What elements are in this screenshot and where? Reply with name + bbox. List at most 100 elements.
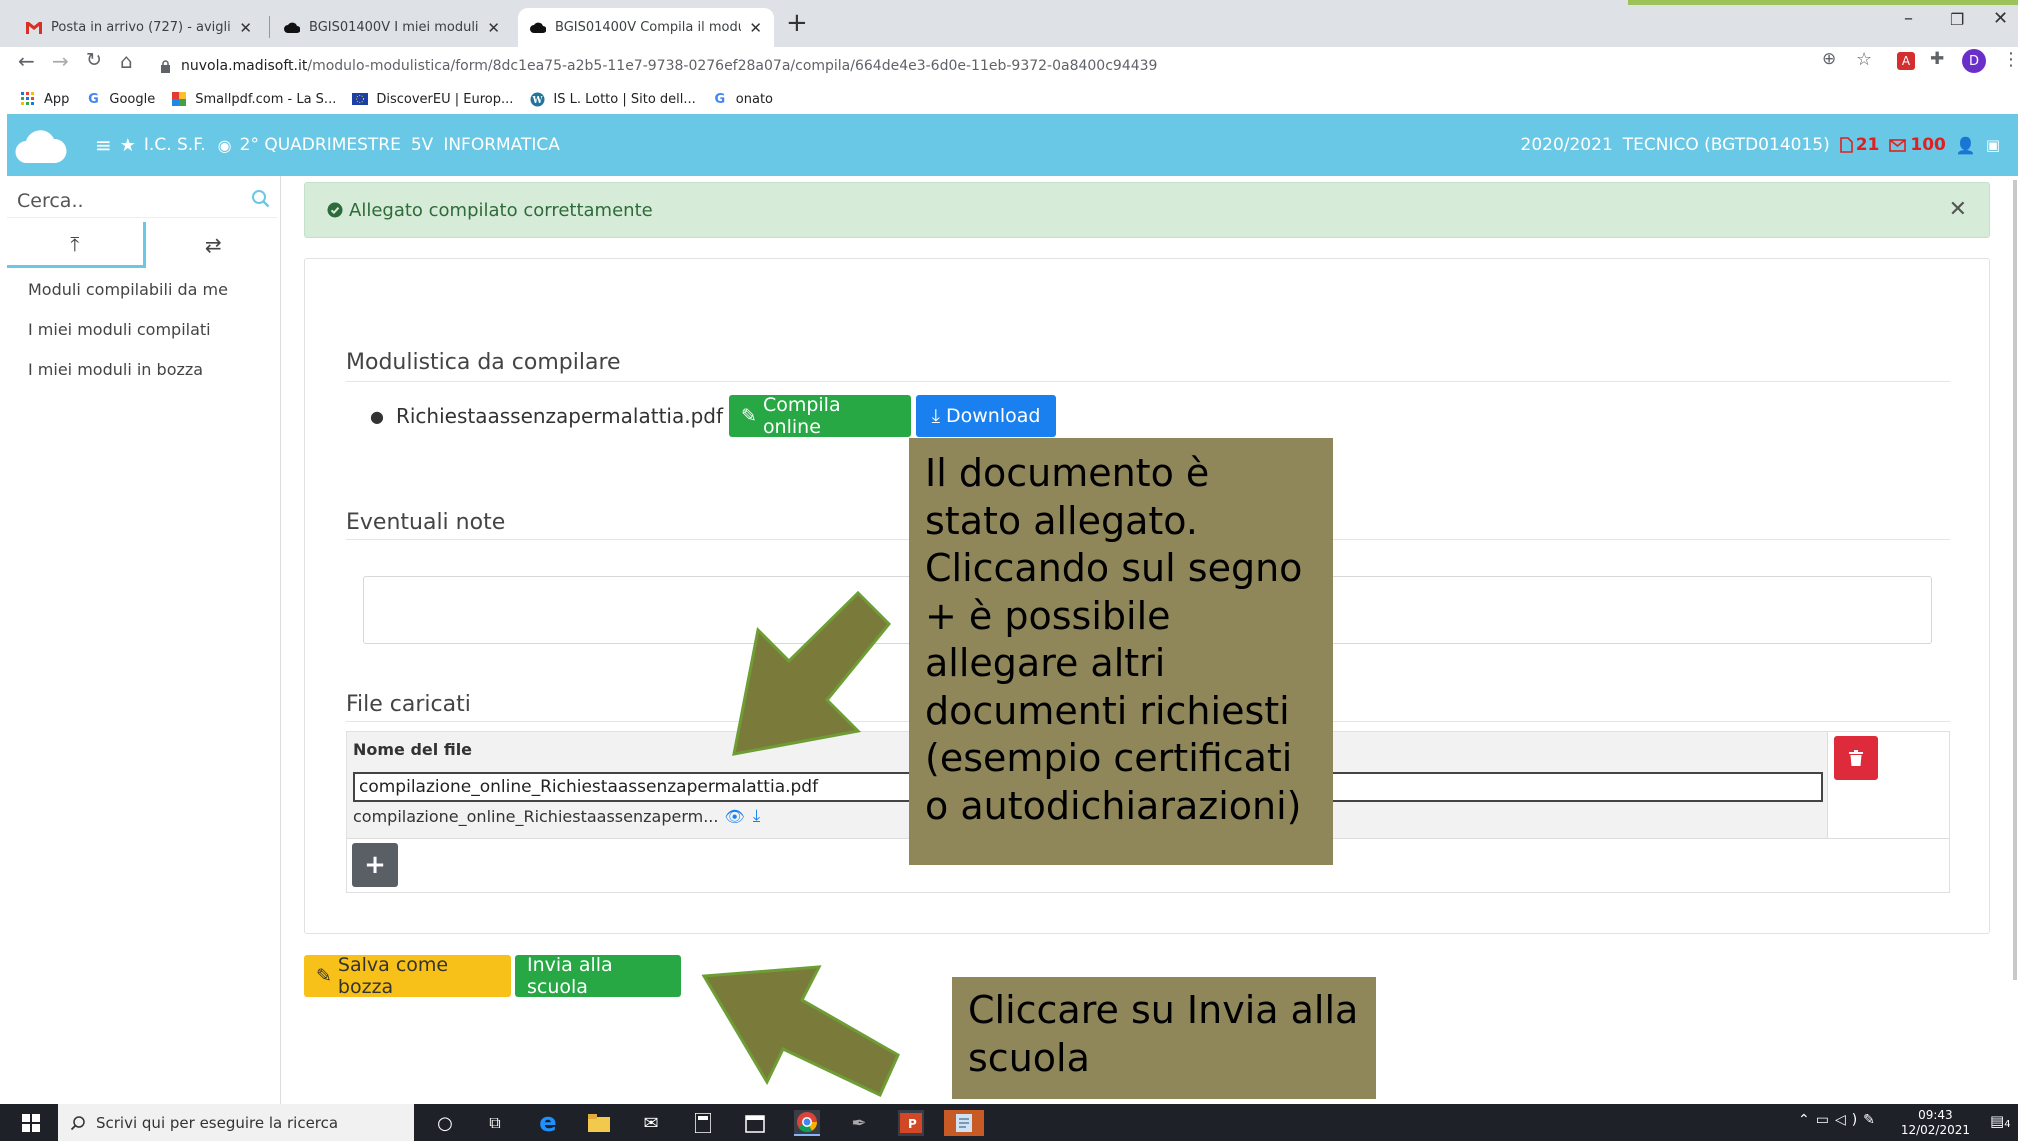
header-period[interactable]: 2° QUADRIMESTRE [240,135,401,155]
notepad-icon[interactable] [944,1110,984,1136]
table-divider [1827,732,1828,838]
file-explorer-icon[interactable] [586,1110,612,1136]
sidebar-link-compilabili[interactable]: Moduli compilabili da me [28,280,228,299]
hamburger-icon[interactable]: ≡ [95,133,112,157]
bookmark-star-icon[interactable]: ☆ [1856,49,1872,70]
taskbar-clock[interactable]: 09:43 12/02/2021 [1901,1108,1970,1138]
tab-compila-modulo[interactable]: BGIS01400V Compila il modulo M ✕ [518,8,774,47]
header-menu-label[interactable]: I.C. S.F. [144,135,206,155]
tab-miei-moduli[interactable]: BGIS01400V I miei moduli comp ✕ [272,8,512,47]
bookmark-smallpdf[interactable]: Smallpdf.com - La S... [171,91,336,107]
smallpdf-icon [171,91,187,107]
home-icon[interactable]: ⌂ [120,49,133,73]
uploaded-file-short-name[interactable]: compilazione_online_Richiestaassenzaperm… [353,807,718,826]
download-icon: ⤓ [931,405,940,427]
mail-app-icon[interactable]: ✉ [638,1110,664,1136]
sidebar-link-compilati[interactable]: I miei moduli compilati [28,320,211,339]
invia-scuola-button[interactable]: Invia alla scuola [515,954,681,998]
notification-center-icon[interactable]: ▤ 4 [1990,1112,2011,1130]
google-icon: G [88,91,99,107]
nuvola-cloud-logo[interactable] [15,126,67,164]
system-tray-icons[interactable]: ⌃▭◁)✎ [1798,1112,1881,1128]
download-button[interactable]: ⤓ Download [916,395,1057,437]
sidebar-tabs: ⤒ ⇄ [7,222,281,268]
check-circle-icon [327,202,343,218]
extensions-icon[interactable]: ✚ [1930,49,1944,69]
bookmark-discovereu[interactable]: DiscoverEU | Europ... [352,91,513,107]
close-tab-icon[interactable]: ✕ [487,19,500,37]
tab-retweet[interactable]: ⇄ [146,222,282,268]
uploaded-file-link-row: compilazione_online_Richiestaassenzaperm… [353,806,760,826]
compila-online-button[interactable]: ✎ Compila online [729,394,912,438]
back-icon[interactable]: ← [18,49,35,73]
chrome-menu-icon[interactable]: ⋮ [2002,49,2018,70]
powerpoint-icon[interactable]: P [898,1110,924,1136]
reload-icon[interactable]: ↻ [86,49,102,71]
calendar-icon[interactable] [742,1110,768,1136]
bookmark-is-lotto[interactable]: W IS L. Lotto | Sito dell... [529,91,696,107]
task-view-icon[interactable]: ⧉ [482,1110,508,1136]
forward-icon[interactable]: → [52,49,69,73]
calculator-icon[interactable] [690,1110,716,1136]
sidebar-link-bozza[interactable]: I miei moduli in bozza [28,360,203,379]
delete-file-button[interactable] [1834,736,1878,780]
preview-eye-icon[interactable]: 👁 [724,807,744,826]
profile-avatar[interactable]: D [1962,49,1986,73]
close-tab-icon[interactable]: ✕ [749,19,762,37]
mail-counter[interactable]: 100 [1889,135,1946,155]
taskbar-search-input[interactable]: Scrivi qui per eseguire la ricerca [58,1104,414,1141]
close-alert-icon[interactable]: ✕ [1949,197,1967,222]
lock-icon [160,59,171,73]
documents-counter[interactable]: 21 [1839,135,1879,155]
user-icon[interactable]: 👤 [1956,136,1976,155]
add-file-button[interactable]: + [352,843,398,887]
header-class[interactable]: 5V [411,135,433,155]
bookmark-onato[interactable]: G onato [712,91,773,107]
close-tab-icon[interactable]: ✕ [239,19,252,37]
tab-gmail[interactable]: Posta in arrivo (727) - avigliano.c ✕ [14,8,264,47]
address-bar[interactable]: nuvola.madisoft.it/modulo-modulistica/fo… [160,50,1900,82]
eu-flag-icon [352,91,369,107]
header-subject[interactable]: INFORMATICA [443,135,560,155]
bookmark-google[interactable]: G Google [85,91,155,107]
annotation-box-attached: Il documento è stato allegato. Cliccando… [909,438,1333,865]
tab-upload[interactable]: ⤒ [7,222,146,268]
cloud-icon [530,20,546,36]
wordpress-icon: W [529,91,545,107]
windows-start-icon[interactable] [18,1110,44,1136]
eye-icon: ◉ [217,135,232,155]
page-scrollbar[interactable] [2013,180,2017,980]
pencil-icon: ✎ [741,405,757,427]
file-download-icon[interactable]: ⤓ [753,806,761,826]
salva-bozza-button[interactable]: ✎ Salva come bozza [304,954,511,998]
svg-text:W: W [531,96,543,106]
chrome-icon[interactable] [794,1110,820,1136]
new-tab-button[interactable]: + [786,10,808,36]
header-year[interactable]: 2020/2021 [1521,135,1613,155]
section-title-modulistica: Modulistica da compilare [346,350,621,375]
briefcase-icon[interactable]: ▣ [1986,136,2000,154]
alert-text: Allegato compilato correttamente [349,199,653,221]
arrow-to-invia-button [701,965,900,1098]
star-icon[interactable]: ★ [120,135,136,156]
acrobat-extension-icon[interactable]: A [1897,52,1915,70]
edge-icon[interactable]: e [535,1108,561,1138]
url-domain: nuvola.madisoft.it [181,58,308,74]
url-path: /modulo-modulistica/form/8dc1ea75-a2b5-1… [307,58,1158,74]
sidebar-search-input[interactable]: Cerca.. [7,184,277,218]
zoom-icon[interactable]: ⊕ [1822,49,1836,69]
table-header-filename: Nome del file [353,740,473,759]
restore-icon[interactable]: ❐ [1950,10,1964,29]
minimize-icon[interactable]: – [1904,8,1913,29]
bookmark-app[interactable]: App [20,91,69,107]
success-alert: Allegato compilato correttamente ✕ [304,182,1990,238]
app-header: ≡ ★ I.C. S.F. ◉ 2° QUADRIMESTRE 5V INFOR… [7,114,2018,176]
pen-app-icon[interactable]: ✒ [846,1110,872,1136]
cortana-icon[interactable]: ○ [432,1110,458,1136]
section-title-files: File caricati [346,692,471,717]
close-window-icon[interactable]: ✕ [1993,8,2008,29]
notification-count: 4 [2004,1119,2011,1130]
search-icon[interactable] [251,189,271,214]
bullet: ● [370,406,384,426]
header-school[interactable]: TECNICO (BGTD014015) [1623,135,1830,155]
